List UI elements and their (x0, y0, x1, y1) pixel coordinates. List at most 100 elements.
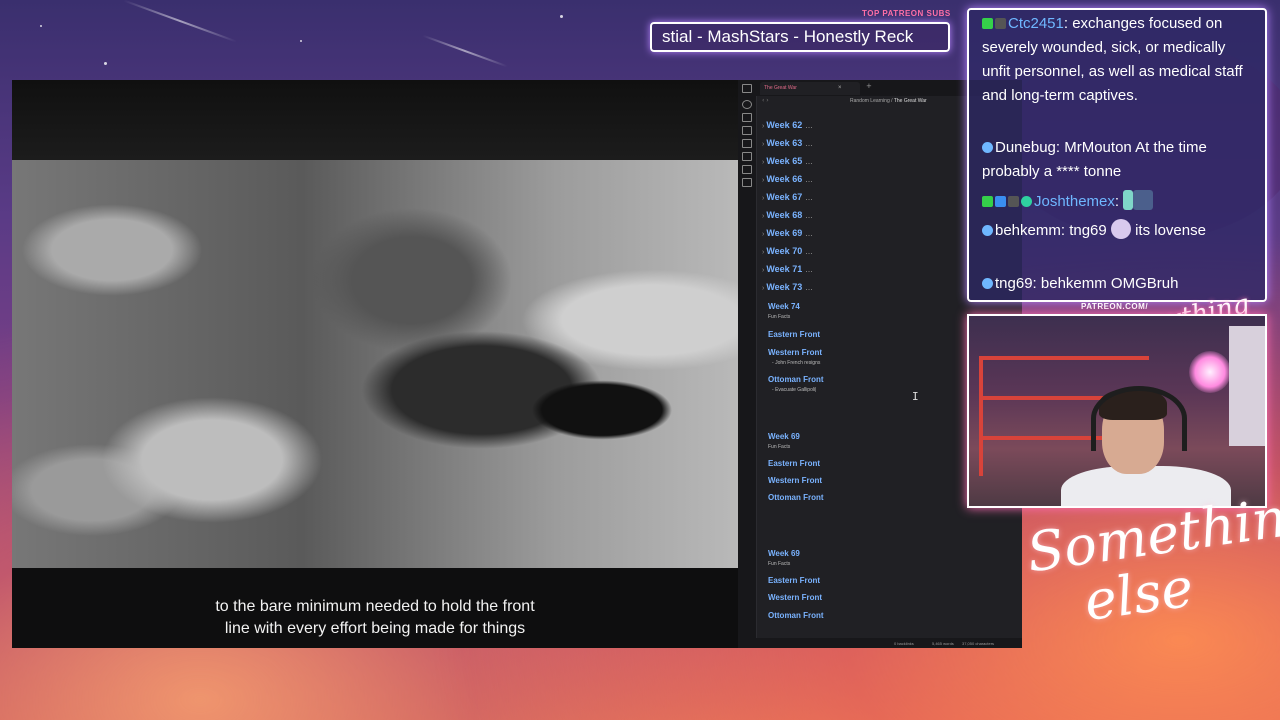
western-front-heading[interactable]: Western Front (768, 593, 822, 602)
close-icon[interactable]: × (838, 82, 842, 95)
week-heading[interactable]: Week 69 (768, 432, 800, 441)
light-streak (422, 34, 508, 68)
week-heading-collapsed[interactable]: › Week 67... (762, 192, 813, 202)
week-heading-collapsed[interactable]: › Week 62... (762, 120, 813, 130)
graph-icon[interactable] (742, 113, 752, 122)
kick-badge-icon (982, 196, 993, 207)
week-heading-collapsed[interactable]: › Week 70... (762, 246, 813, 256)
chat-message: Joshthemex: (982, 190, 1252, 214)
western-front-heading[interactable]: Western Front (768, 348, 822, 357)
pink-lamp (1189, 351, 1231, 393)
chat-username: behkemm (995, 222, 1061, 239)
gift-badge-icon (1021, 196, 1032, 207)
twitch-badge-icon (982, 225, 993, 236)
star (104, 62, 107, 65)
subtitle-line-2: line with every effort being made for th… (224, 620, 526, 637)
eastern-front-heading[interactable]: Eastern Front (768, 576, 820, 585)
chevron-right-icon[interactable]: › (762, 231, 764, 238)
sub-badge-icon (995, 18, 1006, 29)
nav-arrows-icon[interactable]: ‹ › (762, 97, 769, 104)
headphones (1091, 386, 1187, 451)
fun-facts-label: Fun Facts (768, 561, 791, 567)
chat-message: behkemm: tng69 its lovense (982, 219, 1252, 243)
twitch-badge-icon (982, 142, 993, 153)
fun-facts-label: Fun Facts (768, 314, 791, 320)
video-letterbox (12, 80, 738, 160)
search-icon[interactable] (742, 100, 752, 109)
week-heading-collapsed[interactable]: › Week 68... (762, 210, 813, 220)
patreon-subs-ticker: stial - MashStars - Honestly Reck (650, 22, 950, 52)
star (40, 25, 42, 27)
word-count: 5,465 words (932, 641, 954, 646)
week-heading-collapsed[interactable]: › Week 69... (762, 228, 813, 238)
star (560, 15, 563, 18)
mod-badge-icon (995, 196, 1006, 207)
week-heading-collapsed[interactable]: › Week 65... (762, 156, 813, 166)
western-front-heading[interactable]: Western Front (768, 476, 822, 485)
chevron-right-icon[interactable]: › (762, 159, 764, 166)
fun-facts-label: Fun Facts (768, 444, 791, 450)
chat-username: Ctc2451 (1008, 15, 1064, 32)
week-heading-collapsed[interactable]: › Week 73... (762, 282, 813, 292)
kick-badge-icon (982, 18, 993, 29)
video-player[interactable]: to the bare minimum needed to hold the f… (12, 80, 738, 648)
video-subtitle: to the bare minimum needed to hold the f… (12, 596, 738, 640)
chevron-right-icon[interactable]: › (762, 213, 764, 220)
publish-icon[interactable] (742, 178, 752, 187)
patreon-subs-label: TOP PATREON SUBS (862, 9, 951, 18)
ottoman-front-heading[interactable]: Ottoman Front (768, 611, 824, 620)
emote-icon (1110, 219, 1131, 239)
webcam-feed (967, 314, 1267, 508)
new-tab-icon[interactable]: + (866, 82, 872, 90)
tab-label: The Great War (764, 85, 797, 91)
shelf (979, 356, 1149, 360)
chevron-right-icon[interactable]: › (762, 177, 764, 184)
templates-icon[interactable] (742, 152, 752, 161)
eastern-front-heading[interactable]: Eastern Front (768, 459, 820, 468)
week-heading-collapsed[interactable]: › Week 71... (762, 264, 813, 274)
week-heading[interactable]: Week 74 (768, 302, 800, 311)
ticker-text: stial - MashStars - Honestly Reck (662, 27, 914, 46)
ribbon-sidebar (738, 80, 757, 648)
breadcrumb-separator: / (891, 98, 893, 104)
light-streak (123, 0, 237, 43)
eastern-front-heading[interactable]: Eastern Front (768, 330, 820, 339)
breadcrumb: Random Learning / The Great War (850, 98, 927, 104)
status-bar: 0 backlinks 5,465 words 37,050 character… (738, 638, 1022, 648)
breadcrumb-current[interactable]: The Great War (894, 98, 927, 104)
chevron-right-icon[interactable]: › (762, 267, 764, 274)
emote-icon (1133, 190, 1154, 210)
terminal-icon[interactable] (742, 165, 752, 174)
breadcrumb-parent[interactable]: Random Learning (850, 98, 890, 104)
ottoman-front-heading[interactable]: Ottoman Front (768, 493, 824, 502)
chat-text: : (1114, 193, 1120, 210)
chat-overlay: Ctc2451: exchanges focused on severely w… (967, 8, 1267, 302)
chevron-right-icon[interactable]: › (762, 249, 764, 256)
chevron-right-icon[interactable]: › (762, 123, 764, 130)
chevron-right-icon[interactable]: › (762, 285, 764, 292)
shelf (979, 356, 983, 476)
canvas-icon[interactable] (742, 126, 752, 135)
week-heading-collapsed[interactable]: › Week 63... (762, 138, 813, 148)
list-item: - John French resigns (772, 360, 821, 366)
door (1229, 326, 1265, 446)
chat-message: Dunebug: MrMouton At the time probably a… (982, 136, 1252, 184)
ottoman-front-heading[interactable]: Ottoman Front (768, 375, 824, 384)
chevron-right-icon[interactable]: › (762, 141, 764, 148)
chat-text-continued: its lovense (1135, 222, 1206, 239)
chat-message: Ctc2451: exchanges focused on severely w… (982, 12, 1252, 108)
calendar-icon[interactable] (742, 139, 752, 148)
character-count: 37,050 characters (962, 641, 995, 646)
week-heading-collapsed[interactable]: › Week 66... (762, 174, 813, 184)
list-item: - Evacuate Gallipoli| (772, 387, 817, 393)
week-heading[interactable]: Week 69 (768, 549, 800, 558)
backlinks-count[interactable]: 0 backlinks (894, 641, 914, 646)
video-frame-trench-photo (12, 160, 738, 568)
chevron-right-icon[interactable]: › (762, 195, 764, 202)
chat-text: : tng69 (1060, 222, 1107, 239)
files-icon[interactable] (742, 84, 752, 93)
tab-the-great-war[interactable]: The Great War × (760, 82, 860, 95)
chat-text: : behkemm OMGBruh (1032, 275, 1179, 292)
patreon-url-label: PATREON.COM/ (1081, 302, 1149, 311)
text-cursor-icon: I (912, 390, 919, 403)
